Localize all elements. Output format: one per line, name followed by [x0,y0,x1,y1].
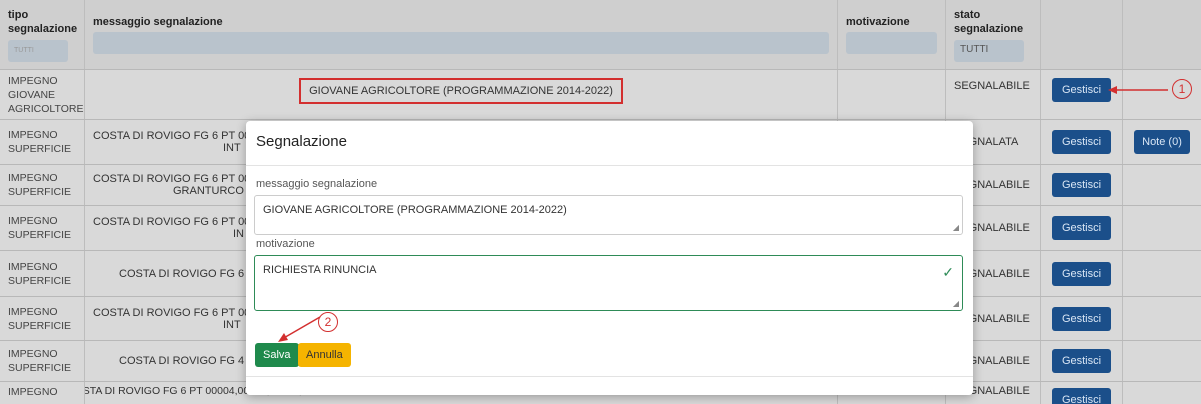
row-motivazione [838,70,946,119]
messaggio-filter[interactable] [93,31,829,54]
highlighted-message: GIOVANE AGRICOLTORE (PROGRAMMAZIONE 2014… [299,78,623,104]
row-messaggio-text2: INT [223,142,241,154]
row-messaggio-text: COSTA DI ROVIGO FG 6 PT 00138 [93,130,269,142]
table-row: IMPEGNO GIOVANE AGRICOLTORE GIOVANE AGRI… [0,70,1201,120]
gestisci-button[interactable]: Gestisci [1051,349,1112,373]
gestisci-button[interactable]: Gestisci [1051,130,1112,154]
header-stato: stato segnalazione TUTTI [946,0,1041,69]
header-messaggio: messaggio segnalazione [85,0,838,69]
row-actions: Gestisci [1041,382,1123,404]
row-actions: Gestisci [1041,206,1123,250]
gestisci-button[interactable]: Gestisci [1051,78,1112,102]
row-tipo: IMPEGNO SUPERFICIE [0,165,85,205]
resize-handle-icon[interactable]: ◢ [953,299,959,308]
modal-divider [246,165,973,166]
motivazione-label: motivazione [256,238,315,250]
save-button[interactable]: Salva [255,343,299,367]
row-tipo: IMPEGNO SUPERFICIE [0,206,85,250]
valid-check-icon: ✓ [942,264,954,280]
motivazione-filter[interactable] [846,31,937,54]
header-messaggio-label: messaggio segnalazione [93,15,223,28]
header-stato-label: stato segnalazione [954,8,1024,35]
annotation-arrow-1 [1108,86,1168,94]
annotation-marker-1: 1 [1172,79,1192,99]
row-messaggio: GIOVANE AGRICOLTORE (PROGRAMMAZIONE 2014… [85,70,838,119]
motivazione-value: RICHIESTA RINUNCIA [263,264,377,276]
row-note [1123,382,1201,404]
row-note [1123,341,1201,381]
row-tipo: IMPEGNO [0,382,85,404]
row-messaggio-text2: GRANTURCO ( [173,185,251,197]
header-tipo: tipo segnalazione TUTTI [0,0,85,69]
row-actions: Gestisci [1041,120,1123,164]
row-note [1123,206,1201,250]
header-motivazione: motivazione [838,0,946,69]
row-messaggio-text: COSTA DI ROVIGO FG 6 PT 00004 [93,173,269,185]
resize-handle-icon[interactable]: ◢ [953,223,959,232]
annotation-marker-2: 2 [318,312,338,332]
messaggio-textarea[interactable]: GIOVANE AGRICOLTORE (PROGRAMMAZIONE 2014… [254,195,963,235]
header-tipo-label: tipo segnalazione [8,8,78,35]
row-tipo: IMPEGNO SUPERFICIE [0,341,85,381]
tipo-filter[interactable]: TUTTI [8,39,68,62]
note-button[interactable]: Note (0) [1134,130,1190,154]
modal-footer-divider [246,376,973,377]
row-tipo: IMPEGNO SUPERFICIE [0,297,85,340]
stato-filter[interactable]: TUTTI [954,39,1024,62]
gestisci-button[interactable]: Gestisci [1051,261,1112,286]
modal-title: Segnalazione [256,133,347,150]
row-actions: Gestisci [1041,251,1123,296]
row-note [1123,251,1201,296]
row-actions: Gestisci [1041,341,1123,381]
row-messaggio-text: COSTA DI ROVIGO FG 6 PT 00004 [93,216,269,228]
messaggio-value: GIOVANE AGRICOLTORE (PROGRAMMAZIONE 2014… [263,204,567,216]
row-messaggio-text2: IN [233,228,244,240]
row-actions: Gestisci [1041,297,1123,340]
gestisci-button[interactable]: Gestisci [1051,173,1112,197]
gestisci-button[interactable]: Gestisci [1051,216,1112,240]
gestisci-button[interactable]: Gestisci [1051,306,1112,331]
segnalazione-modal: Segnalazione messaggio segnalazione GIOV… [246,121,973,395]
header-note [1123,0,1201,69]
row-tipo: IMPEGNO SUPERFICIE [0,120,85,164]
row-note [1123,165,1201,205]
row-messaggio-text2: INT [223,318,241,331]
row-tipo: IMPEGNO SUPERFICIE [0,251,85,296]
table-header: tipo segnalazione TUTTI messaggio segnal… [0,0,1201,70]
cancel-button[interactable]: Annulla [298,343,351,367]
motivazione-textarea[interactable]: RICHIESTA RINUNCIA ✓ ◢ [254,255,963,311]
header-actions [1041,0,1123,69]
messaggio-label: messaggio segnalazione [256,178,378,190]
row-note [1123,297,1201,340]
row-stato: SEGNALABILE [946,70,1041,119]
row-tipo: IMPEGNO GIOVANE AGRICOLTORE [0,70,85,119]
gestisci-button[interactable]: Gestisci [1051,388,1112,404]
row-messaggio-text: COSTA DI ROVIGO FG 6 PT 00138 [93,306,269,319]
row-note: Note (0) [1123,120,1201,164]
header-motivazione-label: motivazione [846,15,910,28]
annotation-arrow-2 [278,316,321,342]
row-actions: Gestisci [1041,165,1123,205]
